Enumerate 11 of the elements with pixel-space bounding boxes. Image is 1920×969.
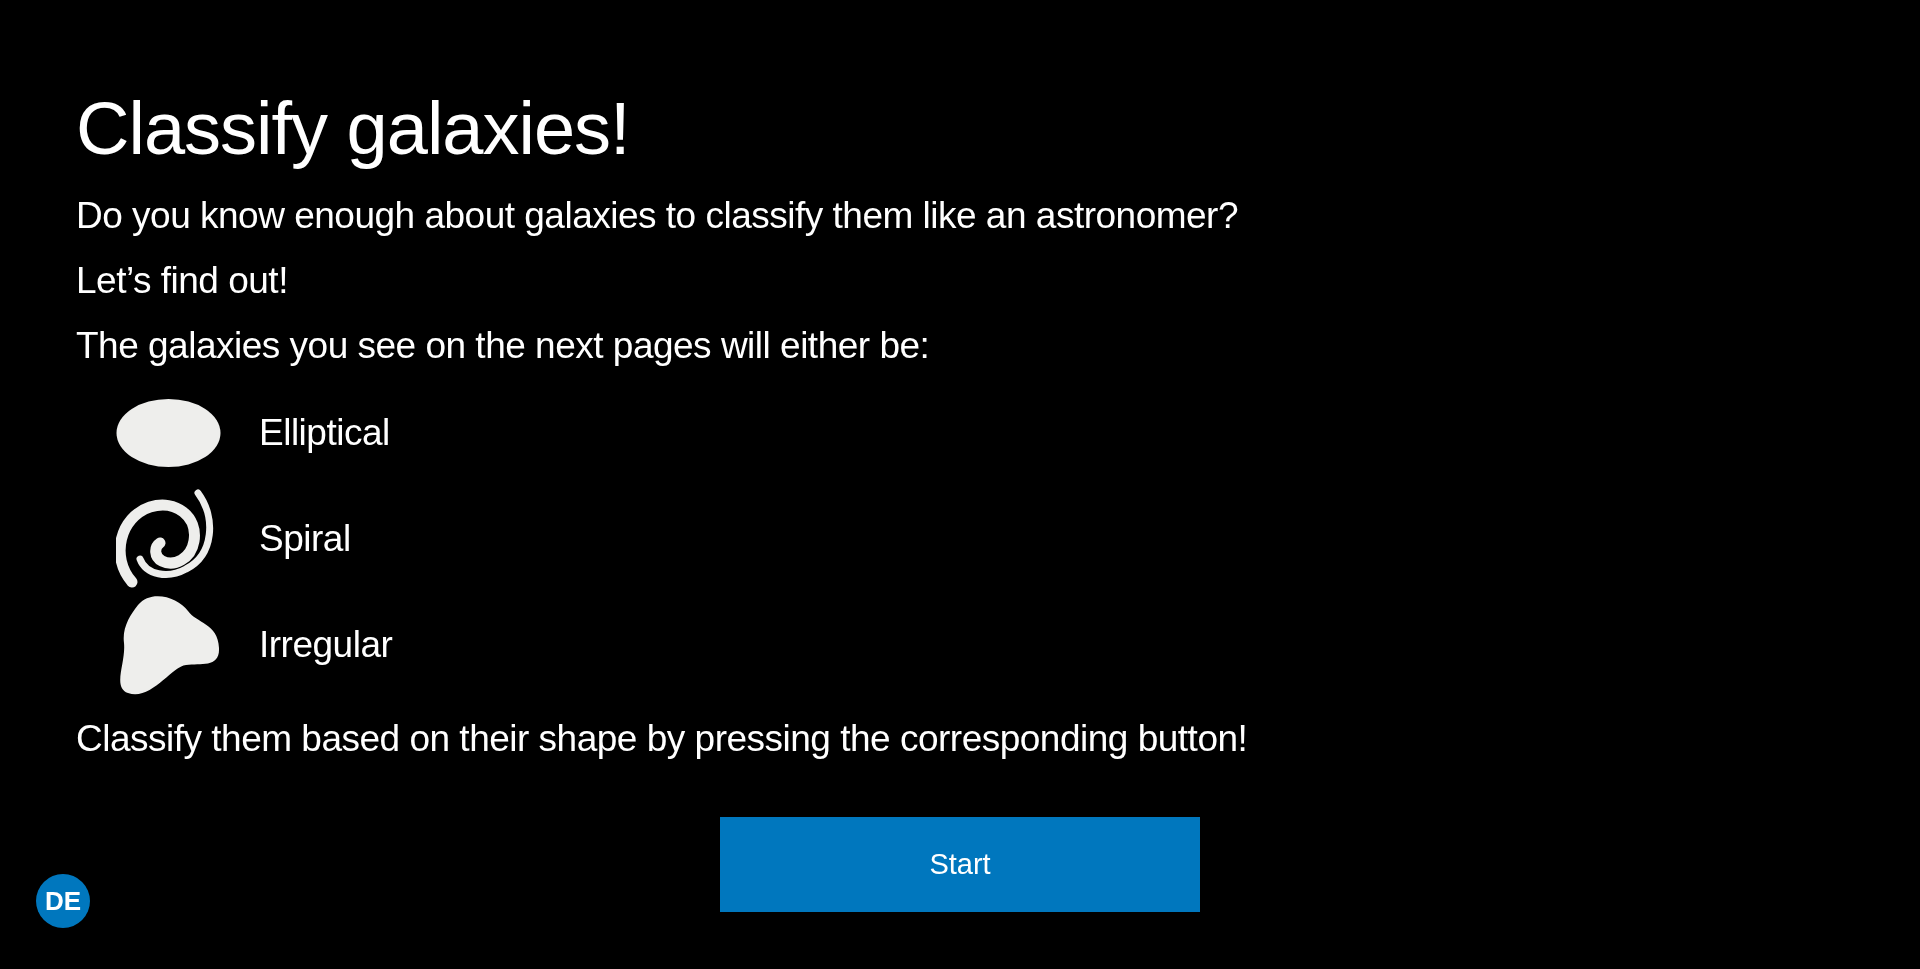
intro-text: Do you know enough about galaxies to classify them like an astronomer? (76, 194, 1239, 239)
start-button[interactable]: Start (720, 817, 1200, 913)
galaxy-type-label: Spiral (259, 518, 351, 561)
intro-text: The galaxies you see on the next pages will either be: (76, 324, 931, 369)
instruction-text: Classify them based on their shape by pressing the corresponding button! (76, 717, 1249, 762)
intro-text: Let’s find out! (76, 259, 289, 304)
galaxy-type-label: Irregular (259, 624, 393, 667)
page-title: Classify galaxies! (76, 88, 631, 170)
language-button[interactable]: DE (36, 874, 90, 928)
galaxy-type-label: Elliptical (259, 412, 390, 455)
ellipse-icon (116, 397, 221, 470)
